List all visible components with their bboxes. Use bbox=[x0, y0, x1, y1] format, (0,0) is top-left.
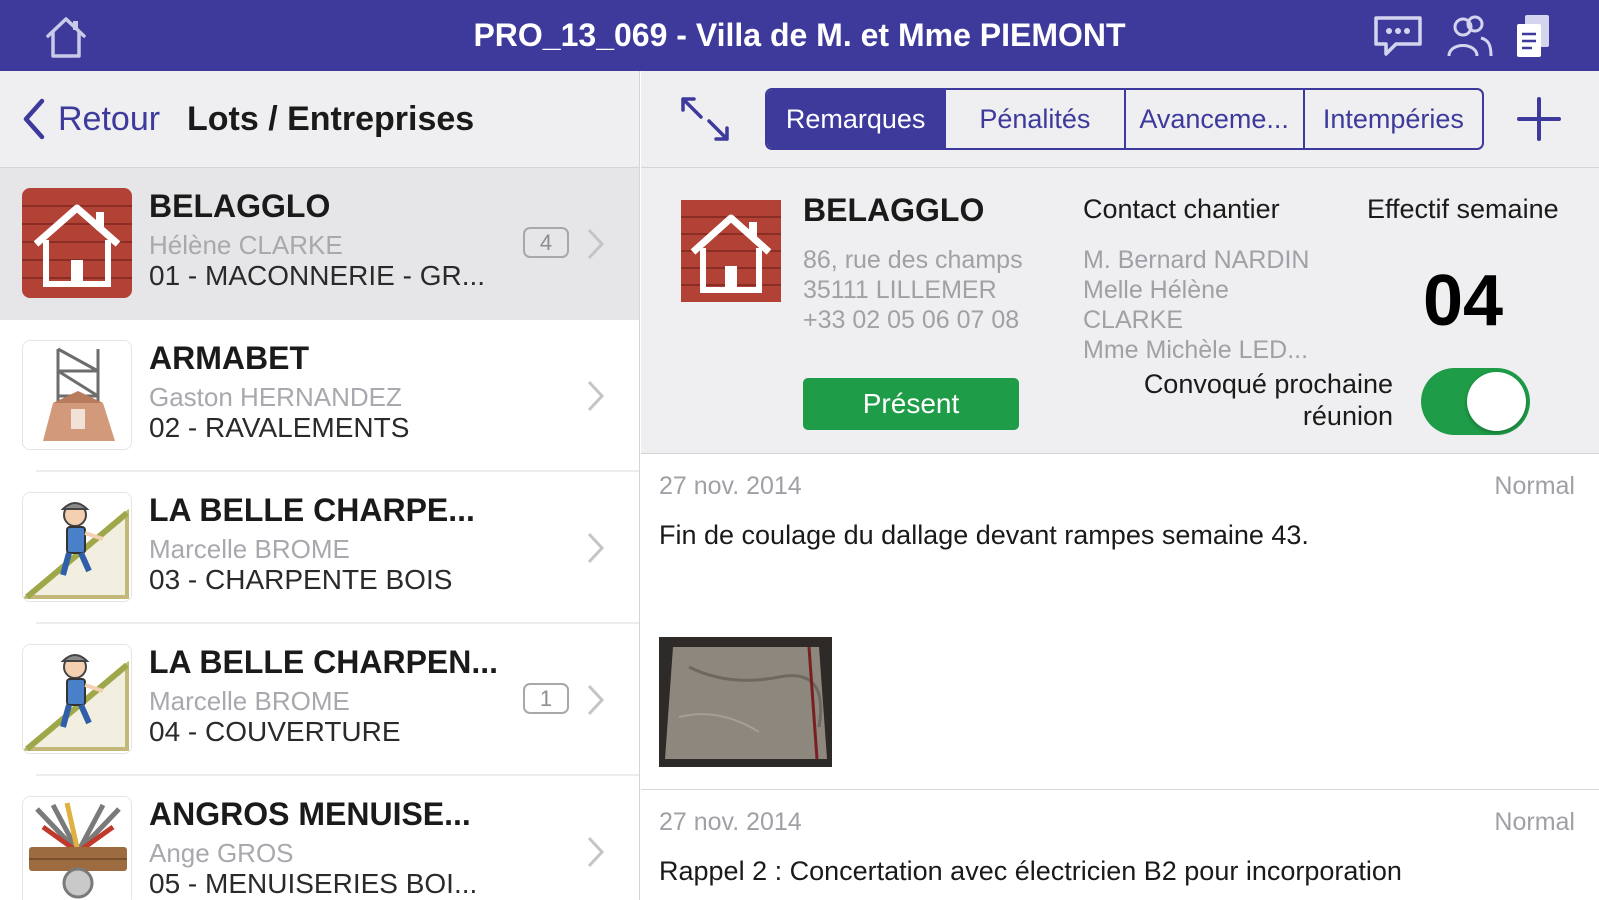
convoque-label-line: Convoqué prochaine bbox=[1143, 369, 1393, 399]
panel-title: Lots / Entreprises bbox=[187, 100, 475, 138]
list-item-la-belle-charpente[interactable]: LA BELLE CHARPE... Marcelle BROME 03 - C… bbox=[0, 472, 639, 624]
contact-header: Contact chantier bbox=[1083, 194, 1280, 224]
tab-remarques[interactable]: Remarques bbox=[767, 90, 947, 148]
tab-intemperies[interactable]: Intempéries bbox=[1305, 90, 1482, 148]
list-item-belagglo[interactable]: BELAGGLO Hélène CLARKE 01 - MACONNERIE -… bbox=[0, 168, 639, 320]
back-label: Retour bbox=[58, 99, 161, 138]
right-header: Remarques Pénalités Avanceme... Intempér… bbox=[641, 71, 1599, 168]
contact-name: Ange GROS bbox=[149, 838, 294, 868]
remark-text: Fin de coulage du dallage devant rampes … bbox=[659, 520, 1309, 550]
address-line: 86, rue des champs bbox=[803, 246, 1023, 274]
contact-name: Gaston HERNANDEZ bbox=[149, 382, 402, 412]
chevron-right-icon bbox=[587, 836, 605, 868]
remark-item[interactable]: 27 nov. 2014 Normal Rappel 2 : Concertat… bbox=[641, 790, 1599, 900]
remark-priority: Normal bbox=[1494, 472, 1575, 500]
brick-house-icon bbox=[22, 188, 132, 298]
chevron-right-icon bbox=[587, 532, 605, 564]
company-detail-card: BELAGGLO 86, rue des champs 35111 LILLEM… bbox=[641, 168, 1599, 454]
company-name: ANGROS MENUISE... bbox=[149, 796, 471, 832]
add-icon[interactable] bbox=[1511, 91, 1567, 147]
company-name: BELAGGLO bbox=[149, 188, 331, 224]
remarks-count-badge: 1 bbox=[523, 683, 569, 714]
effectif-value[interactable]: 04 bbox=[1423, 260, 1503, 342]
contact-name: Hélène CLARKE bbox=[149, 230, 343, 260]
contact-line: M. Bernard NARDIN bbox=[1083, 246, 1310, 274]
back-button[interactable]: Retour bbox=[18, 93, 160, 145]
documents-icon[interactable] bbox=[1507, 12, 1563, 60]
chevron-right-icon bbox=[587, 380, 605, 412]
project-title: PRO_13_069 - Villa de M. et Mme PIEMONT bbox=[473, 17, 1126, 53]
phone-number[interactable]: +33 02 05 06 07 08 bbox=[803, 306, 1019, 335]
contact-line: Melle Hélène bbox=[1083, 276, 1229, 304]
carpenter-icon bbox=[22, 644, 132, 754]
remark-text: Rappel 2 : Concertation avec électricien… bbox=[659, 856, 1402, 886]
tab-penalites[interactable]: Pénalités bbox=[946, 90, 1126, 148]
chevron-right-icon bbox=[587, 228, 605, 260]
present-button[interactable]: Présent bbox=[803, 378, 1019, 430]
list-item-armabet[interactable]: ARMABET Gaston HERNANDEZ 02 - RAVALEMENT… bbox=[0, 320, 639, 472]
toggle-knob bbox=[1467, 372, 1526, 431]
top-bar: PRO_13_069 - Villa de M. et Mme PIEMONT bbox=[0, 0, 1599, 71]
scaffolding-icon bbox=[22, 340, 132, 450]
address-line: 35111 LILLEMER bbox=[803, 276, 997, 304]
section-tabs: Remarques Pénalités Avanceme... Intempér… bbox=[765, 88, 1484, 150]
convoque-toggle[interactable] bbox=[1421, 368, 1530, 435]
tools-icon bbox=[22, 796, 132, 900]
chevron-left-icon bbox=[23, 98, 45, 140]
remark-photo[interactable] bbox=[659, 637, 832, 767]
tab-avancement[interactable]: Avanceme... bbox=[1126, 90, 1305, 148]
contact-name: Marcelle BROME bbox=[149, 686, 350, 716]
contact-name: Marcelle BROME bbox=[149, 534, 350, 564]
effectif-header: Effectif semaine bbox=[1367, 194, 1559, 224]
home-icon[interactable] bbox=[42, 14, 90, 60]
company-name: ARMABET bbox=[149, 340, 309, 376]
carpenter-icon bbox=[22, 492, 132, 602]
remark-priority: Normal bbox=[1494, 808, 1575, 836]
company-name: LA BELLE CHARPE... bbox=[149, 492, 475, 528]
lot-label: 01 - MACONNERIE - GR... bbox=[149, 260, 486, 291]
company-name: LA BELLE CHARPEN... bbox=[149, 644, 499, 680]
remark-date: 27 nov. 2014 bbox=[659, 808, 802, 836]
list-item-la-belle-charpen[interactable]: LA BELLE CHARPEN... Marcelle BROME 04 - … bbox=[0, 624, 639, 776]
expand-icon[interactable] bbox=[677, 93, 733, 145]
convoque-label-line: réunion bbox=[1302, 401, 1393, 431]
list-item-angros-menuiserie[interactable]: ANGROS MENUISE... Ange GROS 05 - MENUISE… bbox=[0, 776, 639, 900]
remark-date: 27 nov. 2014 bbox=[659, 472, 802, 500]
lots-list: BELAGGLO Hélène CLARKE 01 - MACONNERIE -… bbox=[0, 168, 639, 900]
left-header: Retour Lots / Entreprises bbox=[0, 71, 639, 168]
contact-line: CLARKE bbox=[1083, 306, 1184, 334]
convoque-label: Convoqué prochaine réunion bbox=[1081, 368, 1393, 432]
detail-panel: Remarques Pénalités Avanceme... Intempér… bbox=[641, 71, 1599, 900]
lot-label: 03 - CHARPENTE BOIS bbox=[149, 564, 453, 595]
brick-house-icon bbox=[681, 200, 781, 302]
remarks-count-badge: 4 bbox=[523, 227, 569, 258]
lots-panel: Retour Lots / Entreprises BELAGGLO Hélèn bbox=[0, 71, 640, 900]
lot-label: 05 - MENUISERIES BOI... bbox=[149, 868, 478, 899]
lot-label: 04 - COUVERTURE bbox=[149, 716, 401, 747]
contact-line: Mme Michèle LED... bbox=[1083, 336, 1309, 364]
users-icon[interactable] bbox=[1441, 12, 1497, 60]
remark-item[interactable]: 27 nov. 2014 Normal Fin de coulage du da… bbox=[641, 454, 1599, 790]
chevron-right-icon bbox=[587, 684, 605, 716]
lot-label: 02 - RAVALEMENTS bbox=[149, 412, 410, 443]
chat-icon[interactable] bbox=[1370, 12, 1426, 60]
company-name: BELAGGLO bbox=[803, 192, 985, 228]
